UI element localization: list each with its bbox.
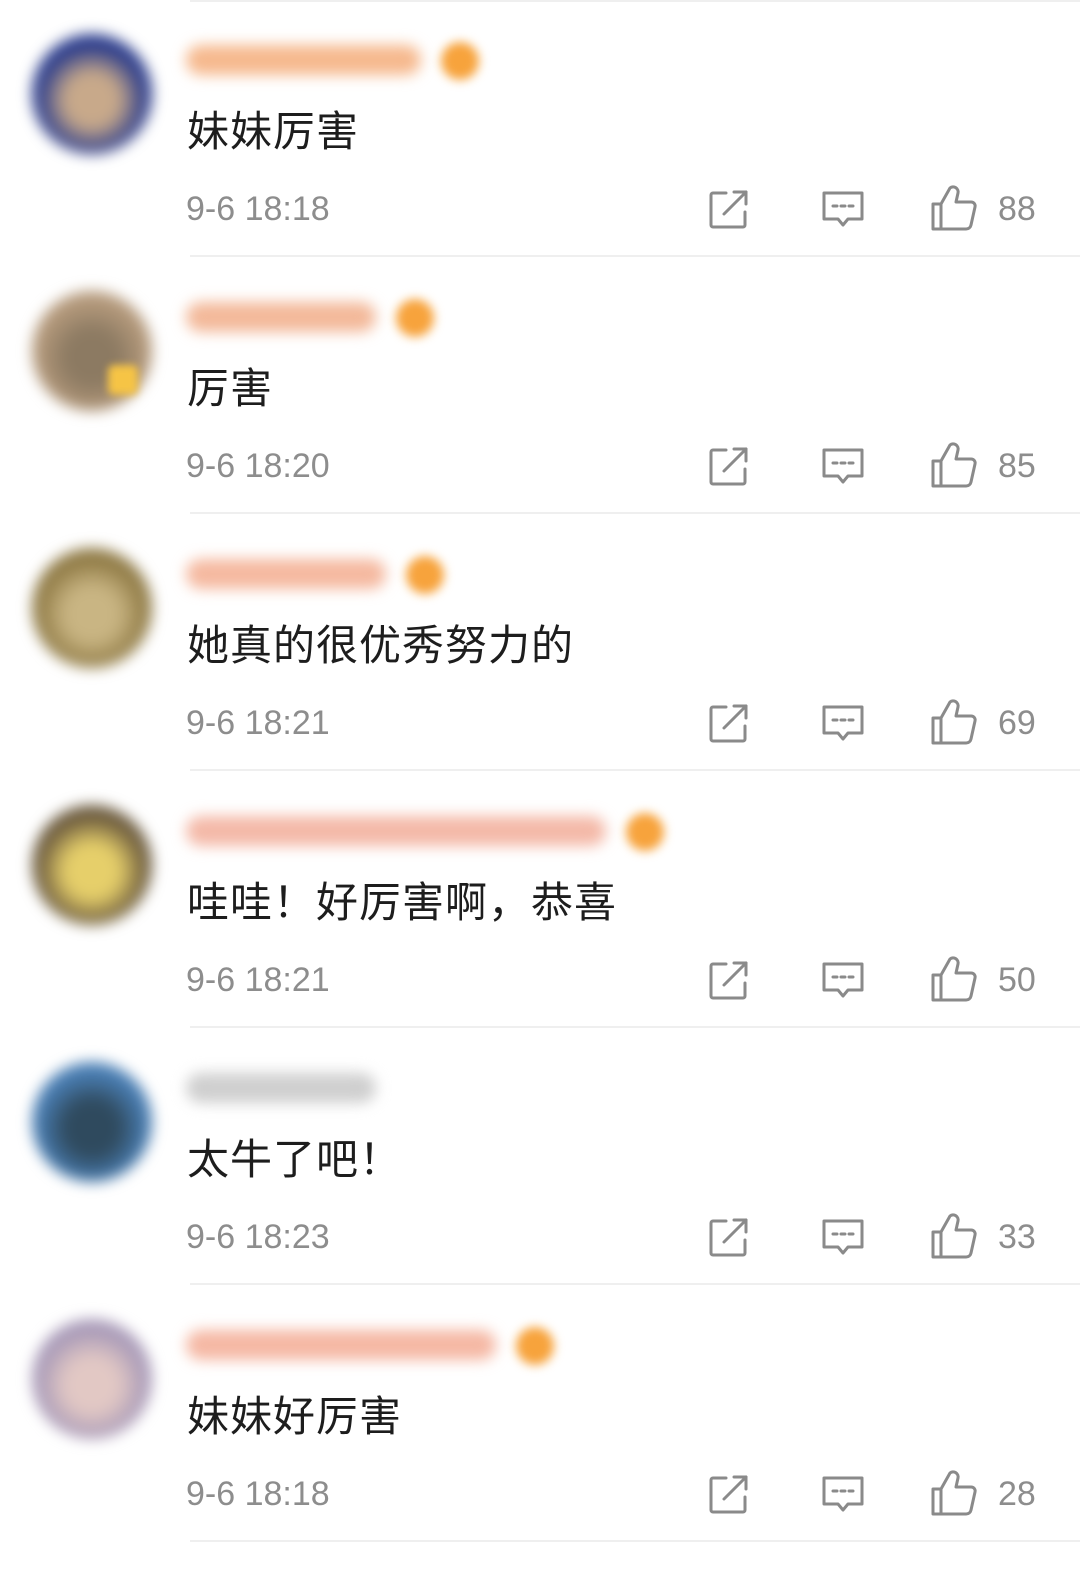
repost-icon xyxy=(709,1218,748,1257)
avatar[interactable] xyxy=(32,805,152,925)
repost-button[interactable] xyxy=(704,441,754,491)
like-count: 50 xyxy=(998,961,1036,999)
repost-icon xyxy=(709,704,748,743)
comment-item-3: 她真的很优秀努力的 9-6 18:21 69 xyxy=(0,514,1080,771)
comment-item-4: 哇哇！好厉害啊，恭喜 9-6 18:21 50 xyxy=(0,771,1080,1028)
comment-list: 妹妹厉害 9-6 18:18 88 厉害 9-6 18:20 85 她真的很优秀… xyxy=(0,0,1080,1578)
repost-button[interactable] xyxy=(704,1212,754,1262)
repost-icon xyxy=(709,961,748,1000)
reply-icon xyxy=(822,1476,864,1512)
username-blurred[interactable] xyxy=(186,559,386,589)
comment-item-1: 妹妹厉害 9-6 18:18 88 xyxy=(0,0,1080,257)
comment-item-2: 厉害 9-6 18:20 85 xyxy=(0,257,1080,514)
like-count: 88 xyxy=(998,190,1036,228)
comment-text: 太牛了吧！ xyxy=(187,1135,403,1184)
like-button[interactable]: 85 xyxy=(928,439,1048,493)
thumbs-up-icon xyxy=(931,699,977,745)
comment-timestamp: 9-6 18:21 xyxy=(186,961,330,999)
comment-timestamp: 9-6 18:23 xyxy=(186,1218,330,1256)
username-blurred[interactable] xyxy=(186,302,376,332)
comment-timestamp: 9-6 18:21 xyxy=(186,704,330,742)
like-button[interactable]: 69 xyxy=(928,696,1048,750)
repost-button[interactable] xyxy=(704,698,754,748)
like-button[interactable]: 28 xyxy=(928,1467,1048,1521)
username-blurred[interactable] xyxy=(186,45,421,75)
comment-text: 厉害 xyxy=(187,364,274,413)
reply-button[interactable] xyxy=(818,1469,868,1519)
comment-divider xyxy=(190,1540,1080,1542)
comment-text: 妹妹厉害 xyxy=(187,107,360,156)
user-level-badge xyxy=(441,42,479,80)
repost-button[interactable] xyxy=(704,1469,754,1519)
user-level-badge xyxy=(396,299,434,337)
like-button[interactable]: 88 xyxy=(928,182,1048,236)
repost-icon xyxy=(709,447,748,486)
like-count: 33 xyxy=(998,1218,1036,1256)
repost-button[interactable] xyxy=(704,955,754,1005)
comment-text: 哇哇！好厉害啊，恭喜 xyxy=(187,878,618,927)
thumbs-up-icon xyxy=(931,956,977,1002)
user-level-badge xyxy=(406,556,444,594)
comment-item-5: 太牛了吧！ 9-6 18:23 33 xyxy=(0,1028,1080,1285)
comment-timestamp: 9-6 18:18 xyxy=(186,1475,330,1513)
thumbs-up-icon xyxy=(931,442,977,488)
user-level-badge xyxy=(516,1327,554,1365)
reply-icon xyxy=(822,448,864,484)
like-button[interactable]: 33 xyxy=(928,1210,1048,1264)
avatar[interactable] xyxy=(32,34,152,154)
reply-icon xyxy=(822,191,864,227)
avatar[interactable] xyxy=(32,548,152,668)
avatar[interactable] xyxy=(32,1062,152,1182)
comment-timestamp: 9-6 18:18 xyxy=(186,190,330,228)
comment-text: 妹妹好厉害 xyxy=(187,1392,403,1441)
username-blurred[interactable] xyxy=(186,1330,496,1360)
vip-badge xyxy=(108,365,138,395)
username-blurred[interactable] xyxy=(186,1073,376,1103)
reply-icon xyxy=(822,1219,864,1255)
reply-button[interactable] xyxy=(818,184,868,234)
repost-icon xyxy=(709,190,748,229)
reply-button[interactable] xyxy=(818,955,868,1005)
reply-button[interactable] xyxy=(818,441,868,491)
thumbs-up-icon xyxy=(931,1213,977,1259)
user-level-badge xyxy=(626,813,664,851)
thumbs-up-icon xyxy=(931,185,977,231)
like-count: 69 xyxy=(998,704,1036,742)
comment-timestamp: 9-6 18:20 xyxy=(186,447,330,485)
repost-icon xyxy=(709,1475,748,1514)
comment-item-6: 妹妹好厉害 9-6 18:18 28 xyxy=(0,1285,1080,1542)
avatar[interactable] xyxy=(32,1319,152,1439)
thumbs-up-icon xyxy=(931,1470,977,1516)
username-blurred[interactable] xyxy=(186,816,606,846)
reply-button[interactable] xyxy=(818,698,868,748)
like-count: 85 xyxy=(998,447,1036,485)
reply-icon xyxy=(822,705,864,741)
like-button[interactable]: 50 xyxy=(928,953,1048,1007)
reply-icon xyxy=(822,962,864,998)
reply-button[interactable] xyxy=(818,1212,868,1262)
like-count: 28 xyxy=(998,1475,1036,1513)
comment-text: 她真的很优秀努力的 xyxy=(187,621,575,670)
repost-button[interactable] xyxy=(704,184,754,234)
